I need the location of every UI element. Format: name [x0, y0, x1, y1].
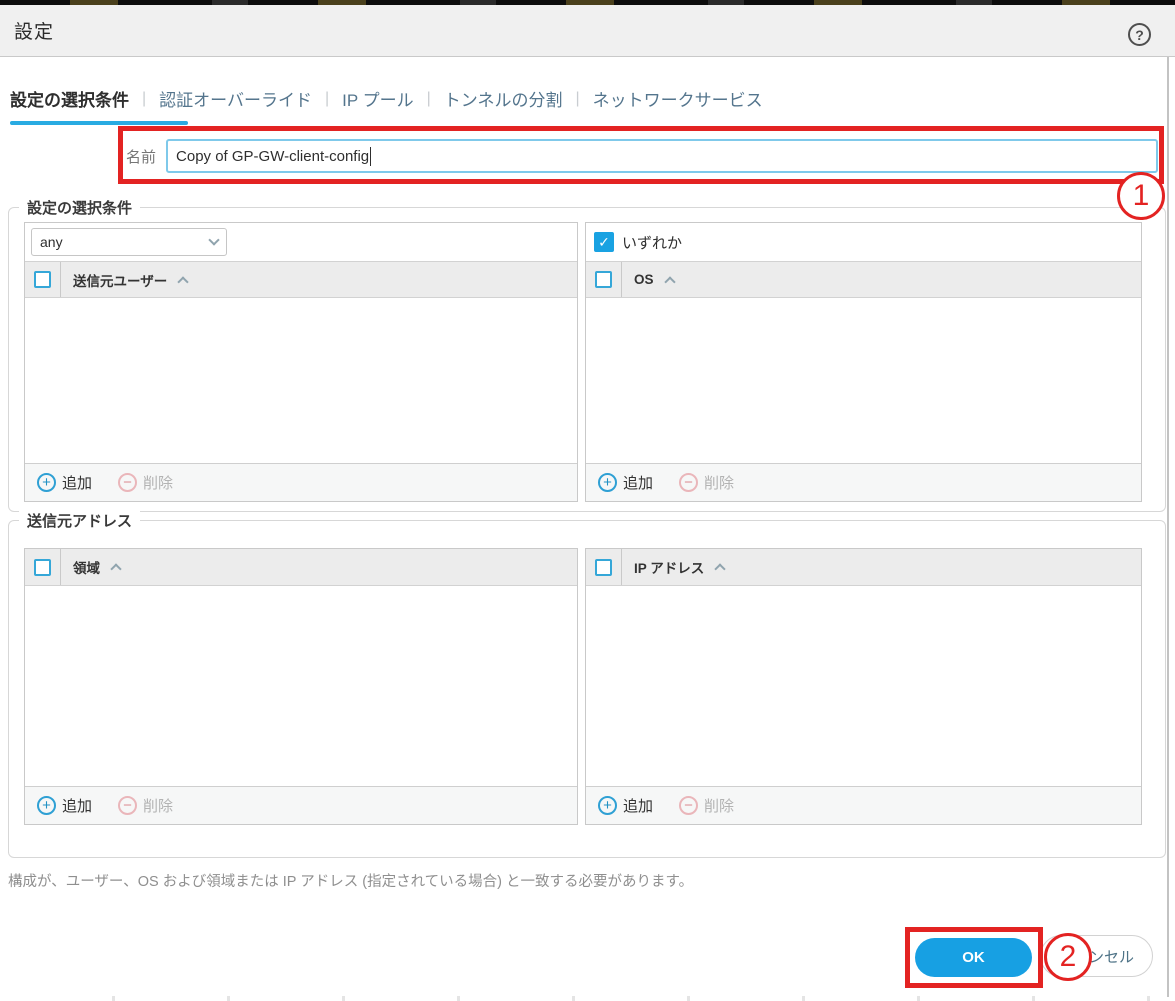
any-checkbox-label: いずれか — [622, 234, 683, 252]
add-button-label: 追加 — [62, 475, 93, 492]
annotation-box-2 — [905, 927, 1043, 988]
delete-button-label: 削除 — [143, 798, 174, 815]
add-button[interactable]: + 追加 — [37, 795, 92, 816]
delete-button-label: 削除 — [143, 475, 174, 492]
dialog-title: 設定 — [14, 22, 55, 43]
delete-button-label: 削除 — [704, 475, 735, 492]
source-user-match-row: any — [25, 223, 577, 261]
region-panel: 領域 + 追加 − 削除 — [24, 548, 578, 825]
tab-split-tunnel[interactable]: トンネルの分割 — [444, 86, 563, 111]
minus-circle-icon: − — [118, 796, 138, 815]
settings-dialog: 設定 ? 設定の選択条件 | 認証オーバーライド | IP プール | トンネル… — [0, 0, 1175, 1001]
ip-address-panel: IP アドレス + 追加 − 削除 — [585, 548, 1142, 825]
os-column-header[interactable]: OS — [622, 272, 654, 287]
add-button-label: 追加 — [623, 475, 654, 492]
tab-bar: 設定の選択条件 | 認証オーバーライド | IP プール | トンネルの分割 |… — [10, 86, 763, 111]
plus-circle-icon: + — [598, 796, 617, 815]
tab-network-services[interactable]: ネットワークサービス — [593, 86, 763, 111]
add-button[interactable]: + 追加 — [598, 795, 653, 816]
select-all-checkbox[interactable] — [595, 558, 612, 576]
minus-circle-icon: − — [679, 796, 699, 815]
ip-address-table-body[interactable] — [586, 586, 1141, 749]
sort-ascending-icon[interactable] — [110, 563, 122, 575]
match-requirement-note: 構成が、ユーザー、OS および領域または IP アドレス (指定されている場合)… — [8, 874, 694, 890]
delete-button[interactable]: − 削除 — [679, 472, 734, 493]
region-table-body[interactable] — [25, 586, 577, 749]
active-tab-underline — [10, 121, 188, 125]
plus-circle-icon: + — [37, 473, 56, 492]
tab-separator: | — [426, 89, 431, 107]
help-icon[interactable]: ? — [1128, 23, 1151, 46]
add-button-label: 追加 — [62, 798, 93, 815]
select-all-checkbox[interactable] — [34, 271, 51, 288]
source-user-table-body[interactable] — [25, 298, 577, 426]
ip-address-table-header: IP アドレス — [586, 549, 1141, 586]
select-all-checkbox[interactable] — [595, 271, 612, 288]
os-table-header: OS — [586, 261, 1141, 298]
os-any-row: ✓ いずれか — [586, 223, 1141, 261]
delete-button[interactable]: − 削除 — [118, 472, 173, 493]
source-address-fieldset-legend: 送信元アドレス — [19, 510, 141, 531]
background-page-artifacts — [0, 996, 1175, 1001]
chevron-down-icon — [208, 234, 220, 246]
region-column-header[interactable]: 領域 — [61, 557, 100, 577]
plus-circle-icon: + — [598, 473, 617, 492]
sort-ascending-icon[interactable] — [663, 275, 676, 288]
annotation-box-1 — [118, 126, 1164, 184]
source-user-panel-footer: + 追加 − 削除 — [25, 463, 577, 501]
source-user-column-header[interactable]: 送信元ユーザー — [61, 270, 167, 290]
sort-ascending-icon[interactable] — [177, 275, 189, 288]
source-user-match-dropdown[interactable]: any — [31, 228, 227, 256]
select-all-checkbox[interactable] — [34, 558, 51, 576]
criteria-fieldset-legend: 設定の選択条件 — [19, 197, 141, 218]
region-panel-footer: + 追加 − 削除 — [25, 786, 577, 824]
tab-separator: | — [142, 89, 147, 107]
os-panel-footer: + 追加 − 削除 — [586, 463, 1141, 501]
os-panel: ✓ いずれか OS + 追加 − 削除 — [585, 222, 1142, 502]
source-user-panel: any 送信元ユーザー + 追加 − 削除 — [24, 222, 578, 502]
annotation-step-1: 1 — [1117, 172, 1165, 220]
tab-separator: | — [325, 89, 330, 107]
sort-ascending-icon[interactable] — [714, 563, 726, 575]
region-table-header: 領域 — [25, 549, 577, 586]
source-user-match-value: any — [40, 234, 63, 250]
os-table-body[interactable] — [586, 298, 1141, 426]
delete-button-label: 削除 — [704, 798, 735, 815]
delete-button[interactable]: − 削除 — [679, 795, 734, 816]
delete-button[interactable]: − 削除 — [118, 795, 173, 816]
minus-circle-icon: − — [118, 473, 138, 492]
plus-circle-icon: + — [37, 796, 56, 815]
any-checkbox-checked[interactable]: ✓ — [594, 232, 614, 252]
ip-address-column-header[interactable]: IP アドレス — [622, 557, 704, 577]
add-button[interactable]: + 追加 — [598, 472, 653, 493]
minus-circle-icon: − — [679, 473, 699, 492]
dialog-titlebar: 設定 ? — [0, 5, 1175, 57]
ip-address-panel-footer: + 追加 − 削除 — [586, 786, 1141, 824]
dialog-right-border — [1167, 57, 1169, 997]
source-user-table-header: 送信元ユーザー — [25, 261, 577, 298]
tab-ip-pool[interactable]: IP プール — [342, 86, 413, 111]
tab-separator: | — [575, 89, 580, 107]
tab-config-selection-criteria[interactable]: 設定の選択条件 — [10, 86, 129, 111]
add-button[interactable]: + 追加 — [37, 472, 92, 493]
tab-authentication-override[interactable]: 認証オーバーライド — [159, 86, 312, 111]
checkmark-icon: ✓ — [598, 233, 610, 250]
add-button-label: 追加 — [623, 798, 654, 815]
annotation-step-2: 2 — [1044, 933, 1092, 981]
